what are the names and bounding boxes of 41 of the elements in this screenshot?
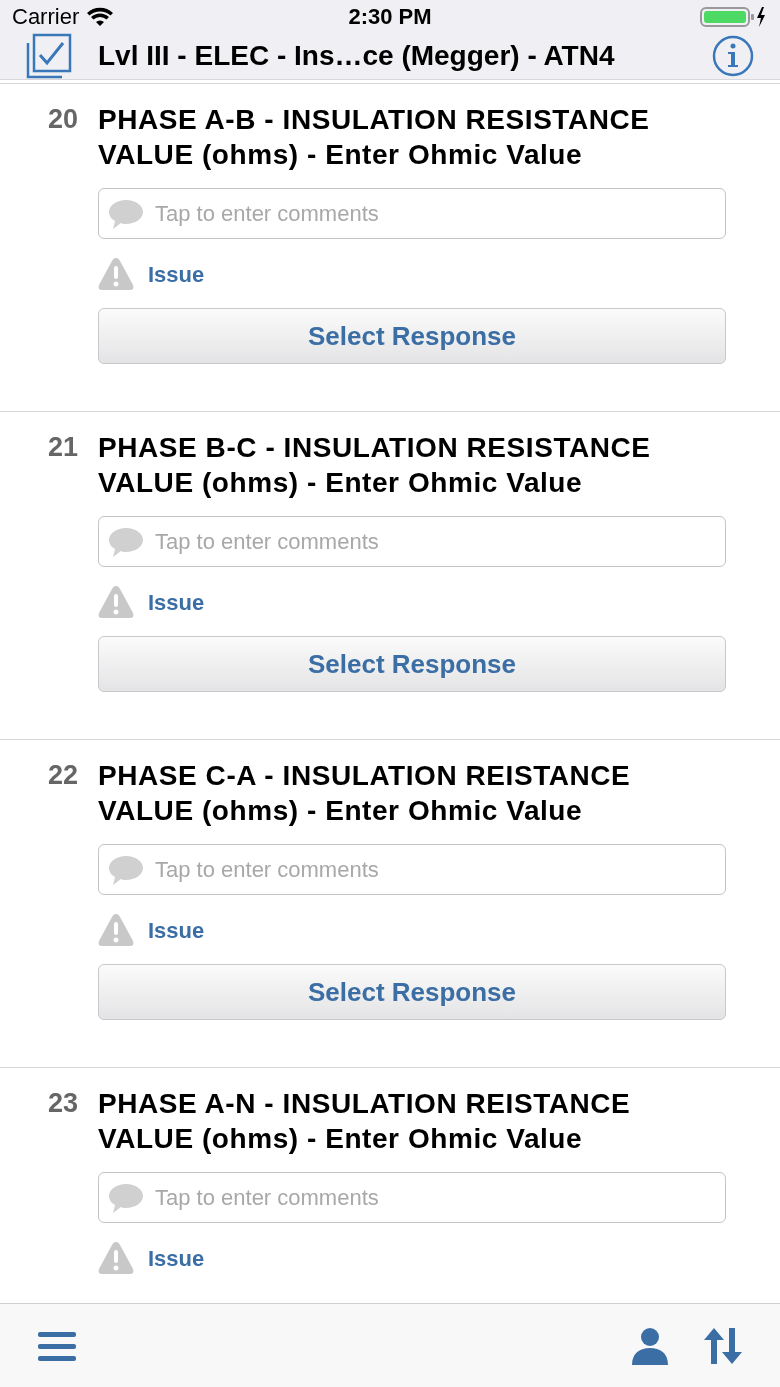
warning-icon	[98, 913, 134, 947]
issue-link[interactable]: Issue	[148, 585, 205, 619]
speech-bubble-icon	[107, 525, 145, 558]
question-title: PHASE A-B - INSULATION RESISTANCE VALUE (ohms) - Enter Ohmic Value	[98, 103, 651, 172]
warning-icon	[98, 257, 134, 291]
question-number: 20	[47, 103, 78, 136]
warning-icon	[98, 585, 134, 619]
issue-link[interactable]: Issue	[148, 257, 205, 291]
comment-input[interactable]: Tap to enter comments	[155, 197, 717, 230]
question-number: 23	[47, 1087, 78, 1120]
comment-input[interactable]: Tap to enter comments	[155, 853, 717, 886]
sort-arrows-icon[interactable]	[704, 1327, 742, 1364]
person-icon[interactable]	[630, 1326, 670, 1365]
select-response-button[interactable]: Select Response	[98, 636, 726, 692]
wifi-icon	[87, 6, 114, 27]
question-title: PHASE C-A - INSULATION REISTANCE VALUE (ohms) - Enter Ohmic Value	[98, 759, 632, 828]
question-number: 22	[47, 759, 78, 792]
select-response-button[interactable]: Select Response	[98, 308, 726, 364]
issue-link[interactable]: Issue	[148, 913, 205, 947]
battery-icon	[700, 4, 768, 29]
screen-title: Lvl III - ELEC - Ins…ce (Megger) - ATN4	[98, 39, 615, 73]
speech-bubble-icon	[107, 1181, 145, 1214]
comment-input[interactable]: Tap to enter comments	[155, 525, 717, 558]
menu-icon[interactable]	[38, 1330, 76, 1361]
question-title: PHASE A-N - INSULATION REISTANCE VALUE (ohms) - Enter Ohmic Value	[98, 1087, 632, 1156]
comment-field[interactable]: Tap to enter comments	[98, 516, 726, 567]
speech-bubble-icon	[107, 197, 145, 230]
speech-bubble-icon	[107, 853, 145, 886]
warning-icon	[98, 1241, 134, 1275]
comment-field[interactable]: Tap to enter comments	[98, 188, 726, 239]
select-response-button[interactable]: Select Response	[98, 964, 726, 1020]
issue-link[interactable]: Issue	[148, 1241, 205, 1275]
comment-input[interactable]: Tap to enter comments	[155, 1181, 717, 1214]
comment-field[interactable]: Tap to enter comments	[98, 844, 726, 895]
question-number: 21	[47, 431, 78, 464]
clock-label: 2:30 PM	[347, 3, 433, 31]
question-title: PHASE B-C - INSULATION RESISTANCE VALUE (ohms) - Enter Ohmic Value	[98, 431, 652, 500]
info-icon[interactable]	[712, 35, 754, 77]
comment-field[interactable]: Tap to enter comments	[98, 1172, 726, 1223]
carrier-label: Carrier	[12, 3, 80, 31]
checkbox-icon[interactable]	[26, 33, 72, 79]
